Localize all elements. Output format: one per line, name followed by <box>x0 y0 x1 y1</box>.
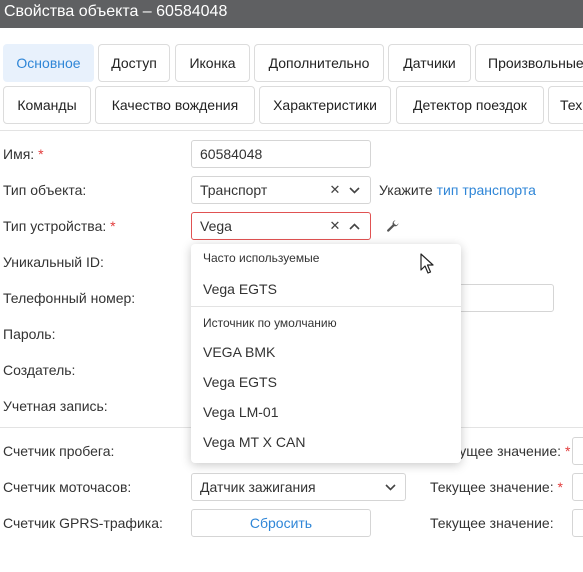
dropdown-divider <box>191 306 461 307</box>
tabs-divider <box>0 130 583 131</box>
tab-icon[interactable]: Иконка <box>175 44 250 82</box>
engine-hours-current-input[interactable] <box>572 473 583 501</box>
mileage-current-input[interactable] <box>572 437 583 465</box>
dropdown-group-default: Источник по умолчанию <box>203 316 337 330</box>
chevron-down-icon[interactable] <box>345 177 363 203</box>
name-label: Имя: * <box>3 146 44 162</box>
device-type-label: Тип устройства: * <box>3 218 116 234</box>
wrench-icon[interactable] <box>386 219 400 233</box>
tab-trip-detector[interactable]: Детектор поездок <box>396 86 544 124</box>
device-type-dropdown: Часто используемые Vega EGTS Источник по… <box>191 244 461 463</box>
tab-driving-quality[interactable]: Качество вождения <box>95 86 255 124</box>
tab-additional[interactable]: Дополнительно <box>254 44 384 82</box>
tab-basic[interactable]: Основное <box>3 44 94 82</box>
close-icon[interactable]: ✕ <box>326 213 344 239</box>
window-title: Свойства объекта – 60584048 <box>4 3 228 20</box>
tab-access[interactable]: Доступ <box>98 44 170 82</box>
mouse-pointer-icon <box>420 253 436 275</box>
device-type-value: Vega <box>200 218 232 234</box>
password-label: Пароль: <box>3 326 56 342</box>
creator-label: Создатель: <box>3 362 76 378</box>
name-value: 60584048 <box>200 146 263 162</box>
dropdown-option[interactable]: Vega MT X CAN <box>191 427 461 457</box>
engine-hours-select[interactable]: Датчик зажигания <box>191 473 406 501</box>
dropdown-group-frequent: Часто используемые <box>203 251 320 265</box>
tab-sensors[interactable]: Датчики <box>388 44 471 82</box>
close-icon[interactable]: ✕ <box>326 177 344 203</box>
name-input[interactable]: 60584048 <box>191 140 371 168</box>
dropdown-option[interactable]: Vega EGTS <box>191 367 461 397</box>
engine-hours-counter-label: Счетчик моточасов: <box>3 479 132 495</box>
gprs-current-label: Текущее значение: <box>430 515 554 531</box>
chevron-down-icon[interactable] <box>381 474 399 500</box>
engine-hours-value: Датчик зажигания <box>200 479 316 495</box>
engine-hours-current-label: Текущее значение: * <box>430 479 563 495</box>
reset-gprs-button[interactable]: Сбросить <box>191 509 371 537</box>
chevron-up-icon[interactable] <box>345 213 363 239</box>
object-type-value: Транспорт <box>200 182 268 198</box>
vehicle-type-link[interactable]: тип транспорта <box>437 182 536 198</box>
gprs-current-input[interactable] <box>572 509 583 537</box>
mileage-counter-label: Счетчик пробега: <box>3 443 115 459</box>
phone-input[interactable] <box>445 284 554 312</box>
tab-tech[interactable]: Тех <box>548 86 583 124</box>
unique-id-label: Уникальный ID: <box>3 254 104 270</box>
device-type-input[interactable]: Vega ✕ <box>191 212 371 240</box>
object-type-label: Тип объекта: <box>3 182 87 198</box>
mileage-current-label: кущее значение: * <box>453 443 571 459</box>
account-label: Учетная запись: <box>3 398 108 414</box>
dropdown-option[interactable]: VEGA BMK <box>191 337 461 367</box>
tab-characteristics[interactable]: Характеристики <box>259 86 391 124</box>
gprs-counter-label: Счетчик GPRS-трафика: <box>3 515 163 531</box>
phone-label: Телефонный номер: <box>3 290 136 306</box>
tab-commands[interactable]: Команды <box>3 86 91 124</box>
object-type-select[interactable]: Транспорт ✕ <box>191 176 371 204</box>
window-titlebar: Свойства объекта – 60584048 <box>0 0 583 28</box>
dropdown-option[interactable]: Vega EGTS <box>191 274 461 304</box>
dropdown-option[interactable]: Vega LM-01 <box>191 397 461 427</box>
object-type-hint: Укажите тип транспорта <box>379 182 536 198</box>
tab-custom[interactable]: Произвольные <box>475 44 583 82</box>
